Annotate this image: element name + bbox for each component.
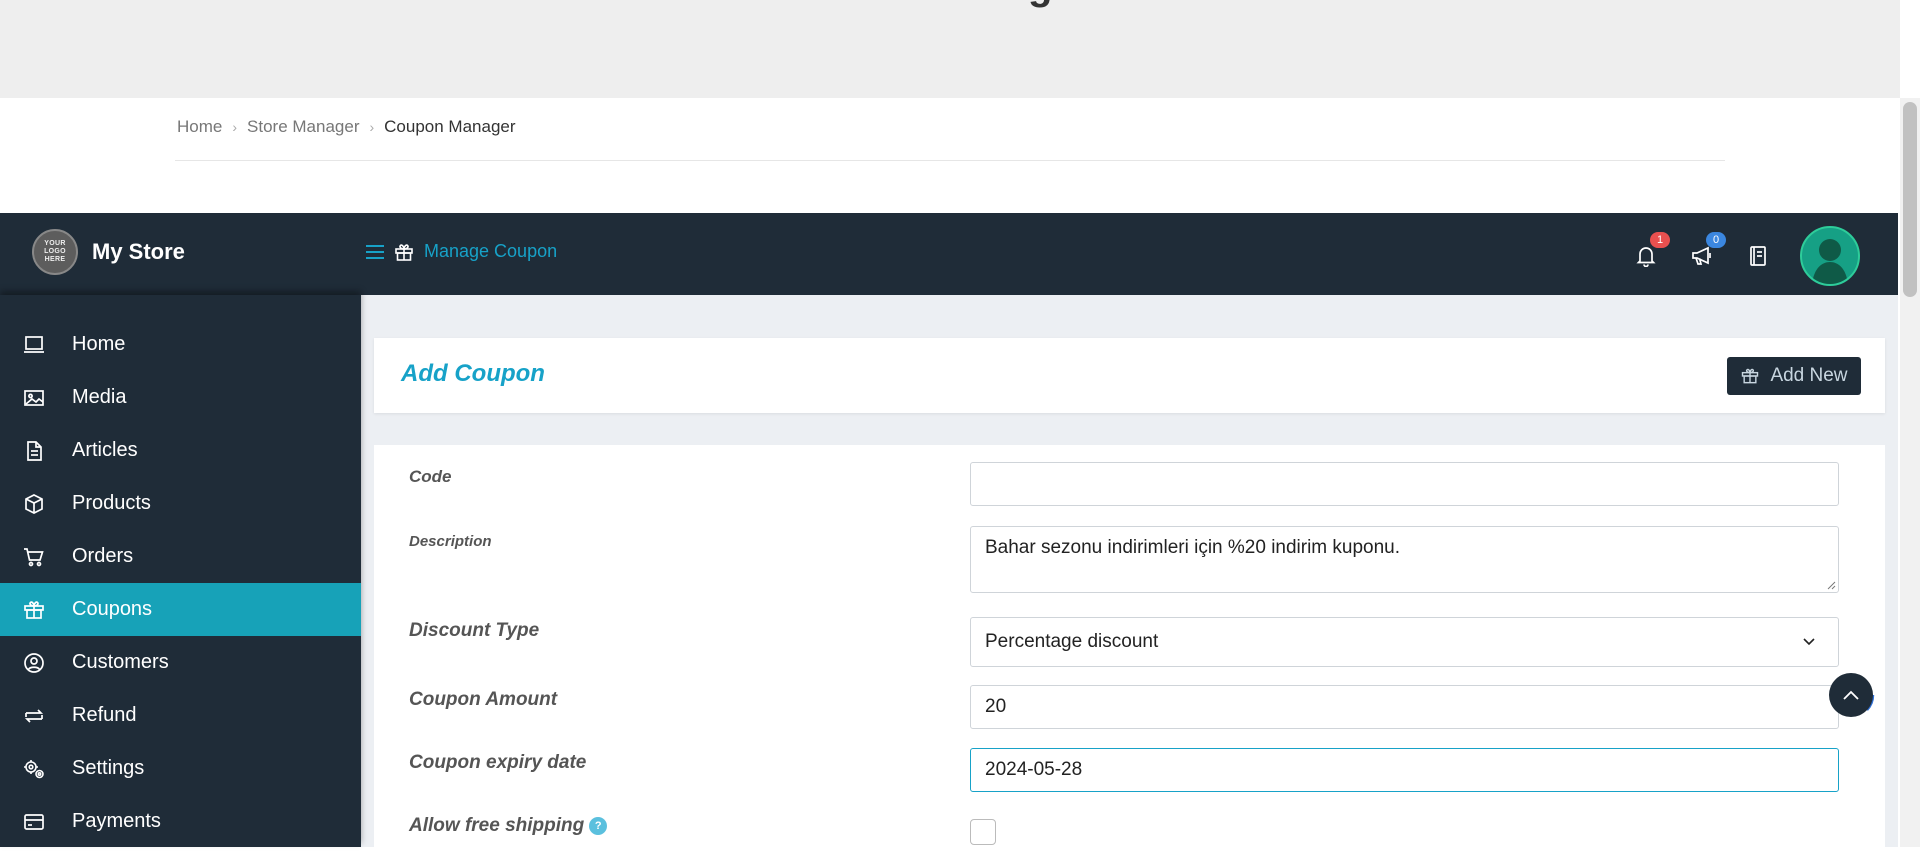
sidebar-item-label: Settings [72,757,145,779]
book-icon [1750,246,1766,266]
sidebar-item-refund[interactable]: Refund [0,689,361,742]
sidebar-item-articles[interactable]: Articles [0,424,361,477]
sidebar-item-label: Refund [72,704,137,726]
breadcrumb-home[interactable]: Home [177,117,222,137]
menu-toggle[interactable]: Manage Coupon [366,241,557,262]
user-circle-icon [24,653,44,673]
gift-icon [1742,368,1759,384]
expiry-date-label: Coupon expiry date [409,752,587,773]
gift-icon [395,243,413,261]
resize-handle-icon[interactable] [1826,580,1836,590]
expiry-date-value: 2024-05-28 [985,759,1083,780]
coupon-form: Code Description Bahar sezonu indirimler… [374,445,1885,865]
cart-icon [24,548,44,567]
page-scrollbar[interactable] [1900,98,1920,847]
bell-icon [1636,247,1656,267]
refund-icon [24,709,44,723]
sidebar-item-home[interactable]: Home [0,318,361,371]
sidebar-item-customers[interactable]: Customers [0,636,361,689]
image-icon [24,390,44,406]
help-icon[interactable]: ? [589,816,608,835]
discount-type-select[interactable]: Percentage discount [970,617,1839,667]
announcements-button[interactable]: 0 [1688,232,1726,270]
breadcrumb-current: Coupon Manager [384,117,516,136]
laptop-icon [24,336,44,353]
topbar-actions: 1 0 [1632,226,1860,286]
user-silhouette-icon [1812,239,1848,284]
page-title: Manage Coupon [424,241,558,261]
coupon-header-card: Add Coupon Add New [374,338,1885,413]
hamburger-icon[interactable] [366,244,384,260]
chevron-right-icon: › [369,119,375,135]
free-shipping-label-text: Allow free shipping [409,815,585,836]
box-icon [25,494,43,514]
brand[interactable]: YOUR LOGO HERE My Store [32,229,185,275]
notifications-badge: 1 [1650,232,1670,248]
sidebar-item-media[interactable]: Media [0,371,361,424]
coupon-amount-field[interactable]: 20 [970,685,1839,729]
description-field[interactable]: Bahar sezonu indirimleri için %20 indiri… [970,526,1839,593]
description-value: Bahar sezonu indirimleri için %20 indiri… [985,537,1401,558]
coupon-amount-value: 20 [985,696,1007,717]
add-new-label: Add New [1770,365,1848,386]
free-shipping-checkbox[interactable] [970,819,996,845]
sidebar-item-payments[interactable]: Payments [0,795,361,848]
discount-type-value: Percentage discount [985,631,1159,652]
chevron-down-icon [1803,638,1815,646]
chevron-right-icon: › [232,119,238,135]
sidebar-item-settings[interactable]: Settings [0,742,361,795]
sidebar-item-label: Customers [72,651,169,673]
coupon-amount-label: Coupon Amount [409,689,558,710]
breadcrumb-store-manager[interactable]: Store Manager [247,117,359,137]
add-new-button[interactable]: Add New [1727,357,1861,395]
avatar[interactable] [1800,226,1860,286]
store-name: My Store [92,239,185,264]
sidebar-item-label: Coupons [72,598,153,620]
sidebar-item-label: Media [72,386,127,408]
scrollbar-thumb[interactable] [1903,102,1917,297]
credit-card-icon [24,814,44,830]
sidebar-item-label: Orders [72,545,134,567]
notifications-button[interactable]: 1 [1632,232,1670,270]
sidebar-item-products[interactable]: Products [0,477,361,530]
main-content: Add Coupon Add New Code Description Baha… [361,295,1898,865]
sidebar-item-label: Articles [72,439,138,461]
store-logo: YOUR LOGO HERE [32,229,78,275]
expiry-date-field[interactable]: 2024-05-28 [970,748,1839,792]
megaphone-icon [1692,246,1711,265]
scroll-to-top-button[interactable] [1829,673,1873,717]
free-shipping-label: Allow free shipping? [409,815,608,837]
description-label: Description [409,533,492,550]
sidebar-item-label: Payments [72,810,161,832]
sidebar-item-label: Products [72,492,151,514]
discount-type-label: Discount Type [409,620,540,641]
sidebar: Home Media Articles Products Orders Coup… [0,295,361,847]
announcements-badge: 0 [1706,232,1726,248]
page-banner: g [0,0,1900,98]
sidebar-item-coupons[interactable]: Coupons [0,583,361,636]
knowledgebase-button[interactable] [1744,242,1772,270]
code-field[interactable] [970,462,1839,506]
gift-icon [24,601,44,619]
divider [175,160,1725,161]
document-icon [27,441,42,461]
chevron-up-icon [1843,690,1859,700]
gears-icon [24,760,44,779]
section-title: Add Coupon [401,360,545,387]
app-topbar: YOUR LOGO HERE My Store Manage Coupon 1 … [0,213,1898,295]
banner-title-fragment: g [1028,0,1052,9]
sidebar-item-label: Home [72,333,126,355]
store-manager-app: YOUR LOGO HERE My Store Manage Coupon 1 … [0,213,1898,865]
breadcrumb: Home › Store Manager › Coupon Manager [177,117,516,137]
code-label: Code [409,467,452,486]
sidebar-item-orders[interactable]: Orders [0,530,361,583]
